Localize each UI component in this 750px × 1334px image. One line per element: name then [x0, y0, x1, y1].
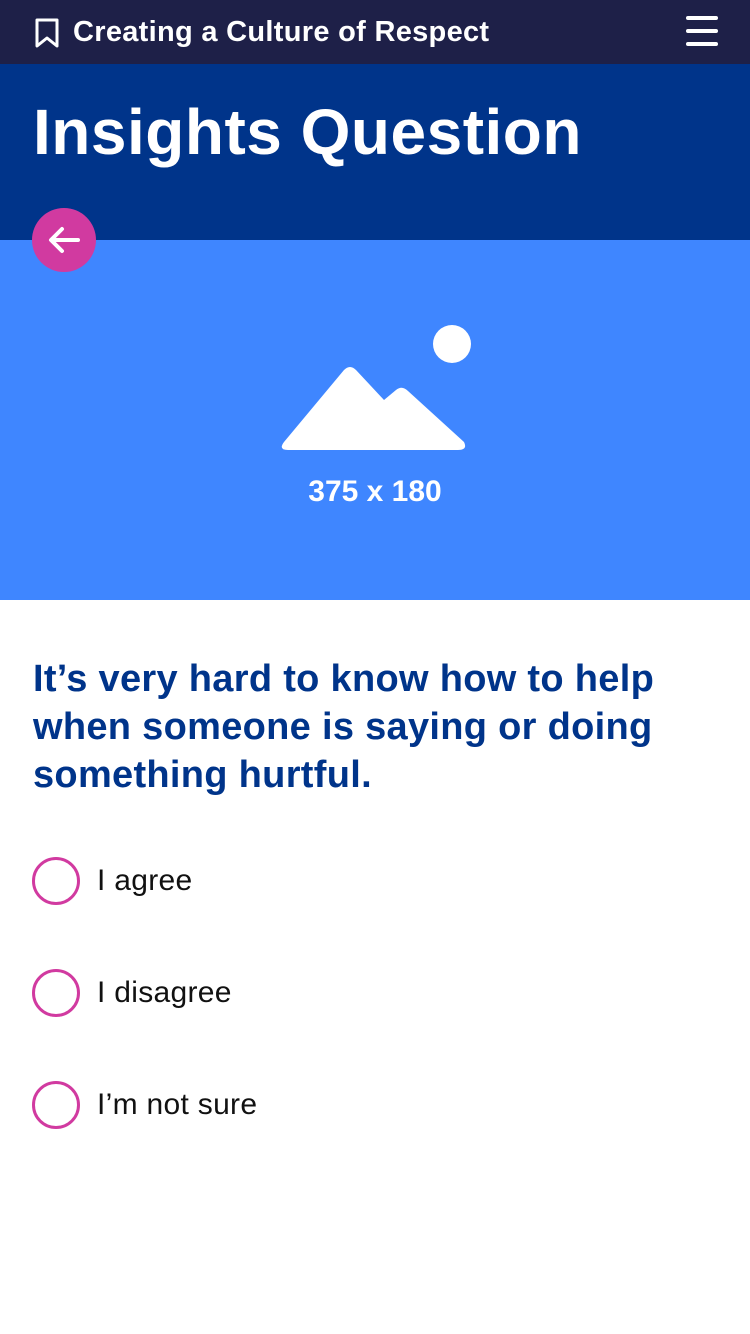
- page-title: Insights Question: [33, 96, 582, 168]
- option-label: I’m not sure: [97, 1088, 258, 1121]
- answer-option-not-sure[interactable]: I’m not sure: [32, 1080, 712, 1130]
- answer-option-disagree[interactable]: I disagree: [32, 968, 712, 1018]
- radio-button[interactable]: [32, 969, 80, 1017]
- arrow-left-icon: [49, 227, 80, 253]
- radio-button[interactable]: [32, 857, 80, 905]
- back-button[interactable]: [32, 208, 96, 272]
- hero-image-placeholder: 375 x 180: [0, 240, 750, 600]
- bookmark-icon[interactable]: [34, 18, 60, 48]
- radio-button[interactable]: [32, 1081, 80, 1129]
- question-text: It’s very hard to know how to help when …: [33, 658, 655, 796]
- image-size-label: 375 x 180: [308, 475, 442, 508]
- answer-option-agree[interactable]: I agree: [32, 856, 712, 906]
- page-header: Insights Question: [0, 64, 750, 240]
- option-label: I disagree: [97, 976, 232, 1009]
- course-title: Creating a Culture of Respect: [73, 16, 490, 48]
- hamburger-menu-icon[interactable]: [686, 16, 720, 48]
- top-navigation-bar: Creating a Culture of Respect: [0, 0, 750, 64]
- image-placeholder-icon: [281, 325, 471, 450]
- option-label: I agree: [97, 864, 193, 897]
